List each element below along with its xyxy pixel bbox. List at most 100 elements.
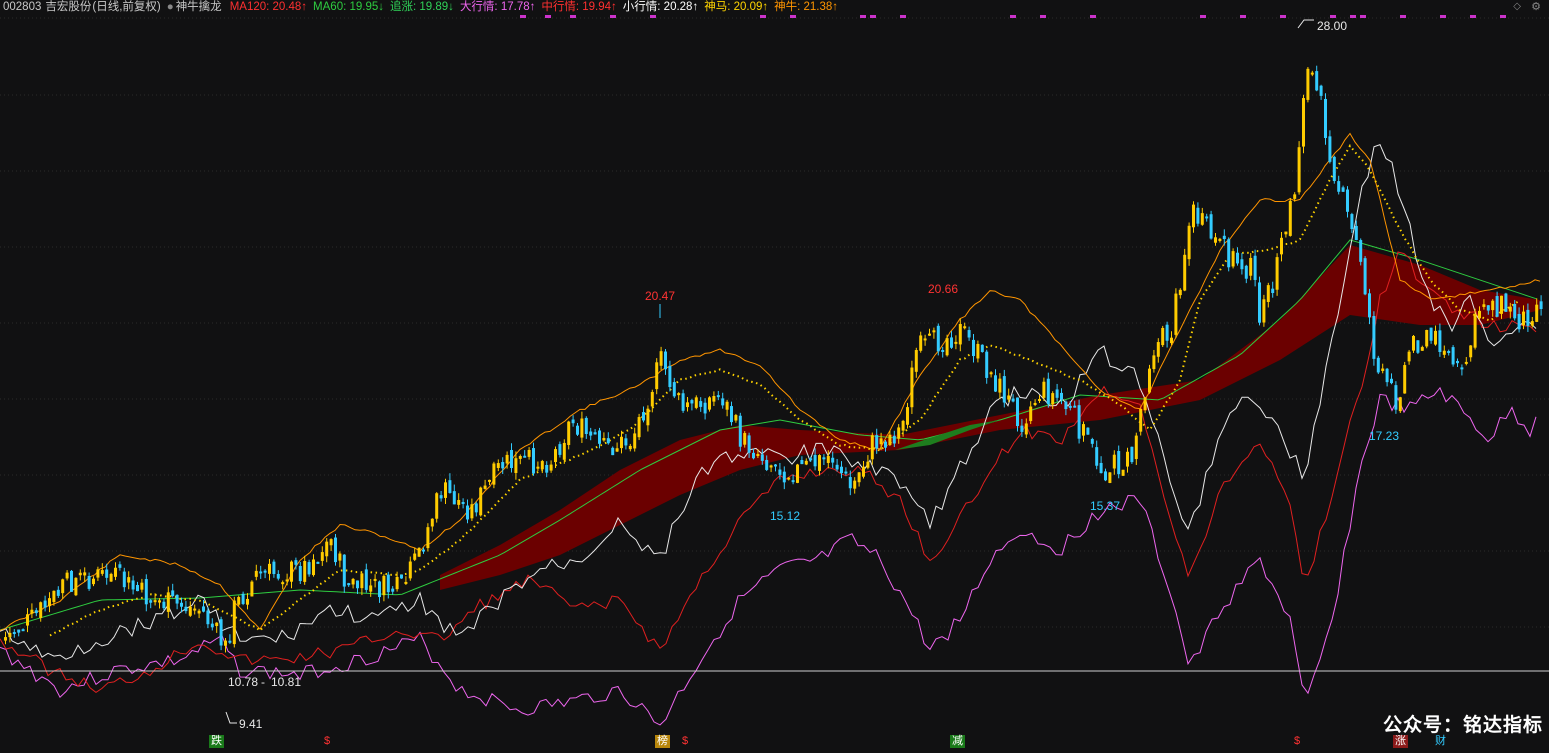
candle-body (325, 541, 329, 557)
candle-body (1464, 361, 1468, 364)
candle-body (100, 570, 104, 574)
candle-body (448, 480, 452, 493)
candle-body (1346, 189, 1349, 212)
candle-body (26, 614, 29, 626)
settings-icon[interactable]: ⚙ (1531, 1, 1541, 13)
candle-body (351, 578, 355, 585)
candle-body (1310, 72, 1314, 75)
candle-body (848, 477, 852, 489)
top-dash-mark (1470, 15, 1476, 18)
candle-body (52, 590, 56, 602)
candle-body (356, 580, 359, 589)
candle-body (21, 629, 25, 632)
candle-body (932, 330, 936, 333)
candle-body (584, 417, 588, 434)
diamond-icon[interactable]: ◇ (1513, 1, 1521, 13)
candle-body (479, 487, 483, 516)
top-dash-mark (520, 15, 526, 18)
candle-body (378, 581, 381, 598)
candle-body (769, 465, 773, 468)
candle-body (972, 339, 975, 357)
candle-body (501, 462, 505, 469)
candle-body (989, 372, 993, 375)
price-label-low-1: 15.12 (770, 509, 800, 523)
candle-body (576, 425, 579, 435)
candle-body (800, 459, 804, 465)
candle-body (1385, 368, 1389, 383)
indicator-name[interactable]: 神牛擒龙 (176, 1, 222, 13)
candle-body (166, 592, 170, 612)
candle-body (382, 575, 386, 596)
candle-body (1341, 187, 1345, 192)
candle-body (1368, 293, 1371, 318)
candle-body (1183, 254, 1187, 291)
candle-body (259, 571, 263, 574)
candle-body (1082, 424, 1085, 436)
marker-dollar-1[interactable]: $ (322, 735, 332, 748)
candle-body (1284, 231, 1288, 235)
candle-body (1020, 425, 1024, 432)
candle-body (1099, 462, 1103, 474)
top-dash-marks (520, 15, 1506, 18)
candle-body (1196, 207, 1200, 224)
candle-body (985, 351, 989, 378)
candle-body (668, 365, 672, 388)
candle-body (580, 418, 584, 438)
kline-chart[interactable]: 20.47 20.66 28.00 15.12 15.37 17.23 9.41… (0, 0, 1549, 753)
candle-body (844, 471, 848, 474)
candle-body (131, 580, 135, 590)
candle-body (589, 431, 593, 436)
top-dash-mark (610, 15, 616, 18)
candle-body (1288, 200, 1292, 236)
marker-die[interactable]: 跌 (209, 735, 224, 748)
price-label-low-5a: 10.78 (228, 675, 258, 689)
candle-body (96, 569, 100, 578)
marker-dollar-3[interactable]: $ (1292, 735, 1302, 748)
candle-body (122, 571, 126, 588)
candle-body (140, 582, 144, 590)
top-dash-mark (1330, 15, 1336, 18)
candle-body (1143, 397, 1147, 411)
candle-body (347, 583, 351, 586)
candle-body (334, 537, 337, 563)
candle-body (1438, 330, 1442, 353)
candle-body (782, 471, 786, 483)
candle-body (30, 609, 34, 614)
candle-body (725, 401, 729, 410)
candle-body (510, 449, 513, 469)
candle-body (857, 472, 861, 483)
stock-code: 002803 (3, 1, 42, 13)
candle-body (703, 402, 707, 414)
candle-body (901, 420, 905, 431)
candle-body (1407, 351, 1411, 362)
candle-body (835, 464, 839, 470)
candle-body (914, 350, 918, 372)
candle-body (312, 559, 315, 576)
candle-body (1174, 293, 1178, 335)
candle-body (554, 449, 557, 463)
candle-body (558, 444, 562, 455)
candle-body (1121, 469, 1125, 476)
candle-body (549, 464, 553, 471)
candle-body (853, 480, 857, 489)
candle-body (1108, 472, 1112, 483)
shenma-value: 神马: 20.09↑ (704, 1, 769, 13)
candle-body (1350, 214, 1354, 230)
candle-body (87, 575, 91, 589)
candle-body (404, 581, 408, 584)
candle-body (430, 518, 434, 527)
marker-bang[interactable]: 榜 (655, 735, 670, 748)
candle-body (1192, 204, 1195, 228)
marker-dollar-2[interactable]: $ (680, 735, 690, 748)
candle-body (699, 401, 703, 407)
candle-body (83, 572, 87, 576)
candle-body (875, 435, 879, 449)
top-dash-mark (860, 15, 866, 18)
candle-body (1394, 385, 1398, 410)
candle-body (1403, 365, 1407, 394)
marker-jian[interactable]: 减 (950, 735, 965, 748)
candle-body (505, 454, 509, 464)
candle-body (712, 396, 716, 402)
high-pointer-3 (1297, 19, 1314, 29)
candle-body (1376, 357, 1380, 373)
